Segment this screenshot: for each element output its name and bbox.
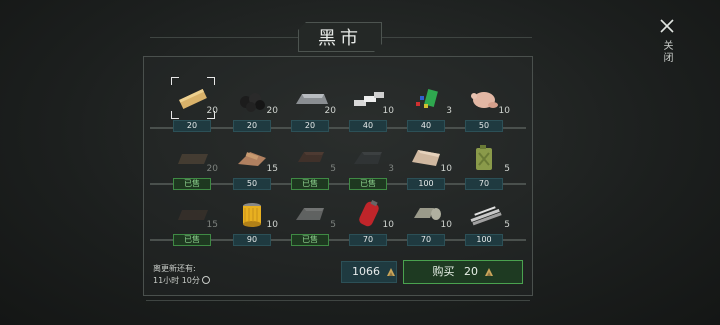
refresh-timer: 离更新还有: 11小时 10分	[153, 263, 210, 287]
item-quantity: 20	[206, 164, 218, 174]
buy-button[interactable]: 购买 20	[403, 260, 523, 284]
jerrycan-icon	[476, 145, 492, 170]
item-quantity: 20	[324, 106, 336, 116]
item-price: 20	[173, 120, 211, 132]
sold-badge: 已售	[291, 178, 329, 190]
item-quantity: 3	[388, 164, 394, 174]
dark-ingot-icon	[354, 152, 382, 164]
shop-item: 5 已售	[282, 138, 338, 190]
shop-item[interactable]: 10 100	[398, 138, 454, 190]
item-price: 70	[407, 234, 445, 246]
item-quantity: 10	[266, 220, 278, 230]
title-frame: 黑市	[298, 22, 382, 52]
item-quantity: 5	[504, 164, 510, 174]
page-title: 黑市	[318, 28, 362, 49]
shop-item[interactable]: 3 40	[398, 80, 454, 132]
shop-item: 5 已售	[282, 194, 338, 246]
shop-item[interactable]: 20 20	[224, 80, 280, 132]
item-quantity: 15	[206, 220, 218, 230]
item-price: 50	[233, 178, 271, 190]
title-line-right	[382, 37, 532, 38]
shop-item[interactable]: 10 90	[224, 194, 280, 246]
shop-item[interactable]: 10 50	[456, 80, 512, 132]
refresh-label: 离更新还有:	[153, 264, 196, 273]
item-price: 100	[407, 178, 445, 190]
silver-ingot-icon	[296, 208, 324, 220]
item-quantity: 10	[440, 220, 452, 230]
wallet-amount: 1066	[352, 265, 380, 278]
close-label[interactable]: 关闭	[660, 40, 674, 64]
shop-item[interactable]: 10 40	[340, 80, 396, 132]
shop-item: 20 已售	[164, 138, 220, 190]
close-icon	[660, 19, 674, 33]
shop-item[interactable]: 5 70	[456, 138, 512, 190]
close-button[interactable]	[655, 14, 679, 38]
item-price: 50	[465, 120, 503, 132]
item-quantity: 20	[206, 106, 218, 116]
shop-item[interactable]: 20 20	[164, 80, 220, 132]
item-quantity: 10	[382, 106, 394, 116]
shop-item: 15 已售	[164, 194, 220, 246]
wallet-display: 1066	[341, 261, 397, 283]
shop-item[interactable]: 15 50	[224, 138, 280, 190]
shop-item[interactable]: 10 70	[398, 194, 454, 246]
title-line-left	[150, 37, 298, 38]
item-price: 90	[233, 234, 271, 246]
item-quantity: 5	[330, 220, 336, 230]
item-price: 70	[465, 178, 503, 190]
buy-amount: 20	[464, 265, 478, 278]
item-quantity: 5	[504, 220, 510, 230]
metal-pipes-icon	[470, 206, 502, 226]
item-price: 100	[465, 234, 503, 246]
sold-badge: 已售	[291, 234, 329, 246]
item-quantity: 20	[266, 106, 278, 116]
refresh-time: 11小时 10分	[153, 276, 200, 285]
item-quantity: 15	[266, 164, 278, 174]
sold-badge: 已售	[173, 234, 211, 246]
item-price: 20	[233, 120, 271, 132]
shop-item[interactable]: 5 100	[456, 194, 512, 246]
item-quantity: 10	[440, 164, 452, 174]
shop-item[interactable]: 10 70	[340, 194, 396, 246]
chemicals-icon	[416, 88, 438, 108]
buy-label: 购买	[432, 265, 455, 278]
item-price: 40	[349, 120, 387, 132]
item-price: 40	[407, 120, 445, 132]
item-price: 70	[349, 234, 387, 246]
item-price: 20	[291, 120, 329, 132]
bullet-coin-icon	[386, 268, 395, 276]
item-quantity: 5	[330, 164, 336, 174]
bullet-coin-icon	[484, 268, 493, 276]
brown-leather-icon	[298, 152, 324, 162]
item-quantity: 3	[446, 106, 452, 116]
clock-icon	[201, 276, 210, 284]
shop-item: 3 已售	[340, 138, 396, 190]
item-quantity: 10	[498, 106, 510, 116]
item-quantity: 10	[382, 220, 394, 230]
sold-badge: 已售	[349, 178, 387, 190]
sold-badge: 已售	[173, 178, 211, 190]
shop-item[interactable]: 20 20	[282, 80, 338, 132]
